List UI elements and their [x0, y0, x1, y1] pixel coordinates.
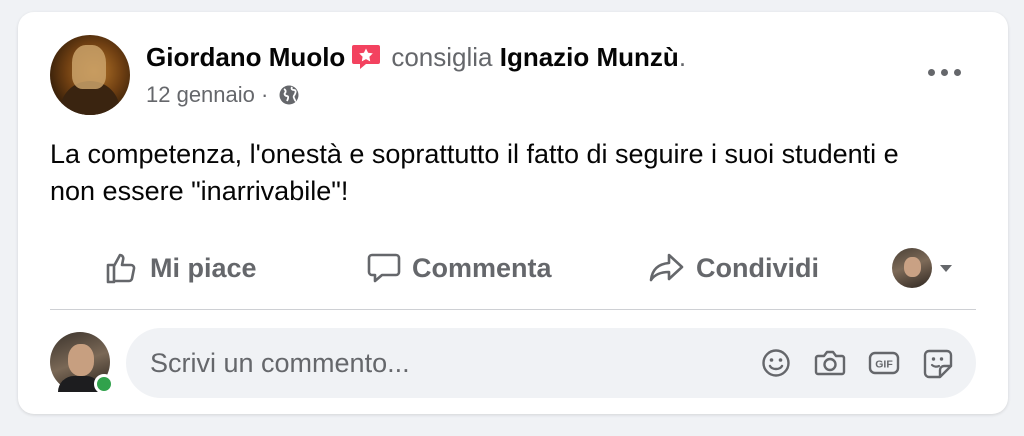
share-arrow-icon: [649, 253, 684, 282]
comment-input[interactable]: [148, 342, 732, 384]
online-status-indicator: [94, 374, 114, 394]
avatar-figure-head: [72, 45, 106, 89]
recommended-page-name[interactable]: Ignazio Munzù: [500, 42, 679, 72]
identity-avatar: [892, 248, 932, 288]
comment-button[interactable]: Commenta: [366, 250, 552, 286]
globe-icon[interactable]: [278, 84, 300, 106]
thumbs-up-icon: [106, 253, 136, 284]
meta-separator: ·: [254, 82, 275, 107]
recommend-badge-icon: [351, 44, 381, 70]
share-label: Condividi: [696, 252, 819, 283]
share-button[interactable]: Condividi: [648, 250, 819, 286]
author-name[interactable]: Giordano Muolo: [146, 42, 345, 72]
composer-tools: GIF: [758, 346, 956, 380]
like-label: Mi piace: [150, 252, 257, 283]
svg-text:GIF: GIF: [875, 359, 893, 371]
recommend-verb: consiglia: [391, 42, 493, 72]
current-user-avatar[interactable]: [50, 332, 114, 394]
post-card: Giordano Muolo consiglia Ignazio Munzù. 1…: [18, 12, 1008, 414]
sticker-icon[interactable]: [920, 346, 956, 380]
camera-icon[interactable]: [812, 346, 848, 380]
comment-composer[interactable]: GIF: [126, 328, 976, 398]
post-date[interactable]: 12 gennaio: [146, 82, 255, 107]
comment-label: Commenta: [412, 252, 552, 283]
gif-icon[interactable]: GIF: [866, 346, 902, 380]
more-icon: [927, 68, 935, 76]
post-body: La competenza, l'onestà e soprattutto il…: [50, 139, 899, 206]
action-bar: Mi piace Commenta Condividi: [58, 244, 978, 294]
like-button[interactable]: Mi piace: [104, 250, 257, 286]
emoji-icon[interactable]: [758, 346, 794, 380]
more-options-button[interactable]: [924, 60, 964, 84]
comment-bubble-icon: [367, 253, 401, 283]
reaction-identity-selector[interactable]: [892, 248, 952, 288]
divider: [50, 309, 976, 310]
header-period: .: [678, 42, 687, 72]
author-avatar[interactable]: [50, 35, 130, 115]
post-meta: 12 gennaio ·: [146, 82, 300, 108]
chevron-down-icon: [940, 264, 952, 272]
post-header: Giordano Muolo consiglia Ignazio Munzù.: [146, 42, 686, 72]
